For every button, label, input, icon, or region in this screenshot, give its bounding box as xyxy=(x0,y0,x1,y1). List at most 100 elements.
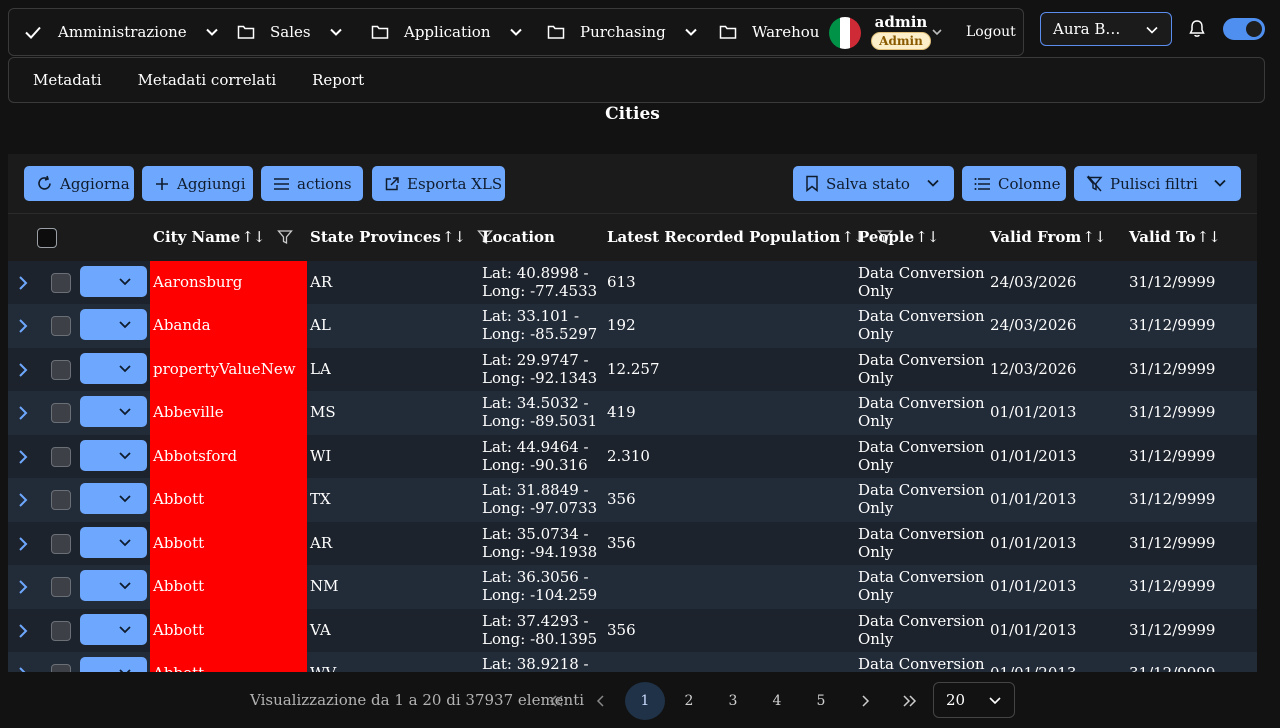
refresh-button[interactable]: Aggiorna xyxy=(24,166,134,201)
tab-report[interactable]: Report xyxy=(312,71,364,89)
save-state-button[interactable]: Salva stato xyxy=(793,166,954,201)
nav-item-application[interactable]: Application xyxy=(371,9,523,55)
page-button-1[interactable]: 1 xyxy=(625,682,665,720)
people-line-2: Only xyxy=(858,412,894,430)
chevron-right-icon[interactable] xyxy=(16,275,30,291)
row-checkbox[interactable] xyxy=(51,316,71,336)
pagination: Visualizzazione da 1 a 20 di 37937 eleme… xyxy=(0,672,1280,728)
chevron-right-icon[interactable] xyxy=(16,449,30,465)
bell-icon[interactable] xyxy=(1188,19,1206,39)
row-actions-dropdown[interactable] xyxy=(80,657,147,672)
row-checkbox[interactable] xyxy=(51,359,71,380)
table-row[interactable]: Abbott WV Lat: 38.9218 - Data Conversion… xyxy=(8,652,1257,672)
chevron-right-icon[interactable] xyxy=(16,362,30,378)
tenant-select[interactable]: Aura B… xyxy=(1040,12,1172,46)
table-row[interactable]: Abbotsford WI Lat: 44.9464 - Long: -90.31… xyxy=(8,434,1257,478)
table-row[interactable]: Abanda AL Lat: 33.101 - Long: -85.5297 19… xyxy=(8,304,1257,348)
columns-button[interactable]: Colonne xyxy=(962,166,1066,201)
column-header-valid-from[interactable]: Valid From ↑↓ xyxy=(990,228,1106,246)
export-xls-button[interactable]: Esporta XLS xyxy=(372,166,505,201)
column-header-state-provinces[interactable]: State Provinces ↑↓ xyxy=(310,228,493,246)
page-button-5[interactable]: 5 xyxy=(801,682,841,720)
people-line-2: Only xyxy=(858,325,894,343)
tab-metadati-correlati[interactable]: Metadati correlati xyxy=(138,71,277,89)
chevron-right-icon[interactable] xyxy=(16,492,30,508)
logout-link[interactable]: Logout xyxy=(966,24,1016,40)
table-row[interactable]: Abbott AR Lat: 35.0734 - Long: -94.1938 3… xyxy=(8,521,1257,565)
row-checkbox[interactable] xyxy=(51,403,71,423)
row-actions-dropdown[interactable] xyxy=(80,483,147,514)
row-actions-dropdown[interactable] xyxy=(80,570,147,601)
column-title: Latest Recorded Population xyxy=(607,228,841,246)
nav-item-amministrazione[interactable]: Amministrazione xyxy=(23,9,219,55)
row-checkbox[interactable] xyxy=(51,273,71,293)
row-checkbox[interactable] xyxy=(51,620,71,641)
filter-icon[interactable] xyxy=(276,229,293,245)
tab-metadati[interactable]: Metadati xyxy=(33,71,102,89)
sort-icon[interactable]: ↑↓ xyxy=(1082,228,1106,246)
valid-to-cell: 31/12/9999 xyxy=(1129,577,1216,595)
chevron-down-icon[interactable] xyxy=(926,176,940,190)
chevron-down-icon xyxy=(119,278,131,286)
sort-icon[interactable]: ↑↓ xyxy=(241,228,265,246)
city-name-cell: Abbott xyxy=(150,478,307,522)
table-row[interactable]: Abbott VA Lat: 37.4293 - Long: -80.1395 3… xyxy=(8,608,1257,652)
menu-icon xyxy=(273,177,290,191)
page-button-4[interactable]: 4 xyxy=(757,682,797,720)
add-button[interactable]: Aggiungi xyxy=(142,166,253,201)
row-checkbox[interactable] xyxy=(51,577,71,597)
select-all-checkbox[interactable] xyxy=(37,228,57,248)
row-actions-dropdown[interactable] xyxy=(80,439,147,471)
column-header-city-name[interactable]: City Name ↑↓ xyxy=(153,228,293,246)
table-row[interactable]: Abbott TX Lat: 31.8849 - Long: -97.0733 3… xyxy=(8,478,1257,522)
table-row[interactable]: propertyValueNew LA Lat: 29.9747 - Long: … xyxy=(8,347,1257,391)
refresh-icon xyxy=(36,175,53,192)
page-button-3[interactable]: 3 xyxy=(713,682,753,720)
chevron-down-icon xyxy=(205,25,219,39)
state-cell: WI xyxy=(310,446,332,465)
chevron-down-icon[interactable] xyxy=(931,26,943,38)
clear-filters-button[interactable]: Pulisci filtri xyxy=(1074,166,1241,201)
location-cell: Lat: 35.0734 - Long: -94.1938 xyxy=(482,525,597,561)
column-header-valid-to[interactable]: Valid To ↑↓ xyxy=(1129,228,1221,246)
table-row[interactable]: Aaronsburg AR Lat: 40.8998 - Long: -77.45… xyxy=(8,261,1257,304)
location-long: Long: -97.0733 xyxy=(482,499,598,517)
row-actions-dropdown[interactable] xyxy=(80,266,147,297)
last-page-icon[interactable] xyxy=(889,682,929,720)
sort-icon[interactable]: ↑↓ xyxy=(442,228,466,246)
italian-flag-icon[interactable] xyxy=(829,17,861,49)
chevron-right-icon[interactable] xyxy=(16,536,30,552)
column-header-population[interactable]: Latest Recorded Population ↑↓ xyxy=(607,228,893,246)
table-row[interactable]: Abbeville MS Lat: 34.5032 - Long: -89.503… xyxy=(8,391,1257,435)
theme-toggle[interactable] xyxy=(1223,18,1265,40)
chevron-down-icon[interactable] xyxy=(1213,176,1227,190)
column-header-location[interactable]: Location xyxy=(482,228,555,246)
page-size-select[interactable]: 20 xyxy=(933,682,1015,718)
nav-item-purchasing[interactable]: Purchasing xyxy=(547,9,698,55)
page-button-2[interactable]: 2 xyxy=(669,682,709,720)
table-row[interactable]: Abbott NM Lat: 36.3056 - Long: -104.259 D… xyxy=(8,565,1257,609)
sort-icon[interactable]: ↑↓ xyxy=(1197,228,1221,246)
row-checkbox[interactable] xyxy=(51,664,71,672)
chevron-right-icon[interactable] xyxy=(16,318,30,334)
nav-item-sales[interactable]: Sales xyxy=(237,9,343,55)
chevron-right-icon[interactable] xyxy=(16,623,30,639)
row-actions-dropdown[interactable] xyxy=(80,613,147,645)
row-actions-dropdown[interactable] xyxy=(80,396,147,427)
first-page-icon[interactable] xyxy=(537,682,577,720)
chevron-right-icon[interactable] xyxy=(16,579,30,595)
row-checkbox[interactable] xyxy=(51,446,71,467)
actions-button[interactable]: actions xyxy=(261,166,363,201)
nav-item-warehouse[interactable]: Warehou xyxy=(719,9,819,55)
row-actions-dropdown[interactable] xyxy=(80,309,147,340)
row-actions-dropdown[interactable] xyxy=(80,526,147,558)
next-page-icon[interactable] xyxy=(845,682,885,720)
chevron-right-icon[interactable] xyxy=(16,405,30,421)
row-checkbox[interactable] xyxy=(51,533,71,554)
row-checkbox[interactable] xyxy=(51,490,71,510)
user-menu[interactable]: admin Admin xyxy=(871,13,931,50)
prev-page-icon[interactable] xyxy=(581,682,621,720)
sort-icon[interactable]: ↑↓ xyxy=(915,228,939,246)
row-actions-dropdown[interactable] xyxy=(80,352,147,384)
column-header-people[interactable]: People ↑↓ xyxy=(858,228,939,246)
